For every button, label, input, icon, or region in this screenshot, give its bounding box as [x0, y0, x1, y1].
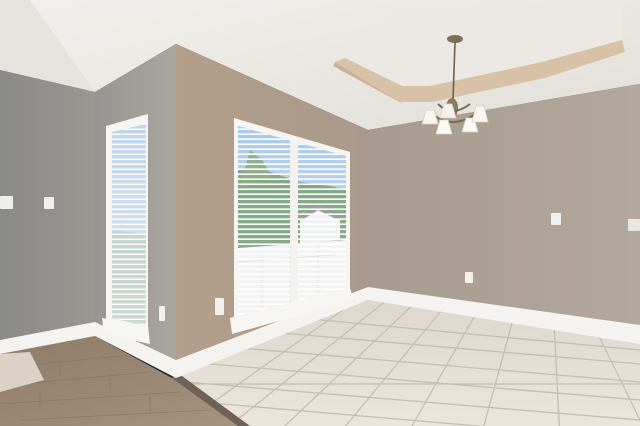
- light-switch-icon: [44, 197, 54, 209]
- room-photo: [0, 0, 640, 426]
- side-window: [102, 114, 150, 344]
- window-mullion: [290, 140, 298, 304]
- main-window: [230, 118, 354, 334]
- light-switch-icon: [628, 219, 640, 231]
- outlet-icon: [465, 272, 473, 283]
- outlet-icon: [215, 298, 224, 315]
- light-switch-icon: [551, 213, 561, 225]
- outlet-icon: [159, 306, 165, 321]
- window-blinds-icon: [112, 124, 146, 326]
- light-switch-icon: [0, 196, 13, 209]
- room-illustration: [0, 0, 640, 426]
